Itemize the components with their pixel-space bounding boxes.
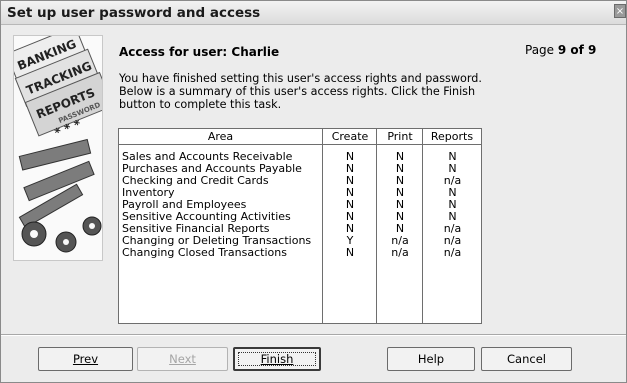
col-area: Area: [207, 130, 234, 143]
page-prefix: Page: [525, 43, 555, 57]
cell-print: n/a: [391, 246, 409, 259]
next-button-label: Next: [169, 352, 196, 366]
next-button[interactable]: Next: [137, 347, 228, 371]
help-button[interactable]: Help: [387, 347, 475, 371]
summary-line: button to complete this task.: [119, 98, 282, 111]
cell-area: Changing Closed Transactions: [122, 246, 287, 259]
cell-create: N: [345, 246, 355, 259]
access-heading: Access for user: Charlie: [119, 45, 280, 59]
summary-text: You have finished setting this user's ac…: [119, 72, 499, 111]
keys-illustration: BANKING TRACKING REPORTS PASSWORD * * *: [13, 35, 103, 261]
summary-line: You have finished setting this user's ac…: [119, 72, 482, 85]
access-rights-table: Area Create Print Reports Sales and Acco…: [118, 128, 482, 324]
col-create: Create: [331, 130, 369, 143]
help-button-label: Help: [417, 352, 445, 366]
button-divider: [1, 334, 626, 336]
keys-folders-icon: BANKING TRACKING REPORTS PASSWORD * * *: [14, 36, 102, 253]
summary-line: Below is a summary of this user's access…: [119, 85, 476, 98]
finish-button-label: Finish: [260, 352, 294, 366]
setup-user-dialog: Set up user password and access × BANKIN…: [0, 0, 627, 383]
col-print: Print: [387, 130, 413, 143]
title-bar[interactable]: Set up user password and access ×: [1, 1, 626, 25]
table-row: Changing Closed Transactions N n/a n/a: [119, 247, 481, 259]
finish-button[interactable]: Finish: [233, 347, 321, 371]
page-indicator: Page 9 of 9: [525, 43, 596, 57]
close-icon[interactable]: ×: [614, 4, 626, 18]
table-header: Area Create Print Reports: [119, 129, 481, 145]
page-value: 9 of 9: [557, 43, 597, 57]
prev-button[interactable]: Prev: [38, 347, 133, 371]
cancel-button-label: Cancel: [507, 352, 546, 366]
dialog-title: Set up user password and access: [7, 5, 261, 21]
cancel-button[interactable]: Cancel: [481, 347, 572, 371]
cell-reports: n/a: [443, 246, 462, 259]
col-reports: Reports: [430, 130, 474, 143]
prev-button-label: Prev: [72, 352, 99, 366]
